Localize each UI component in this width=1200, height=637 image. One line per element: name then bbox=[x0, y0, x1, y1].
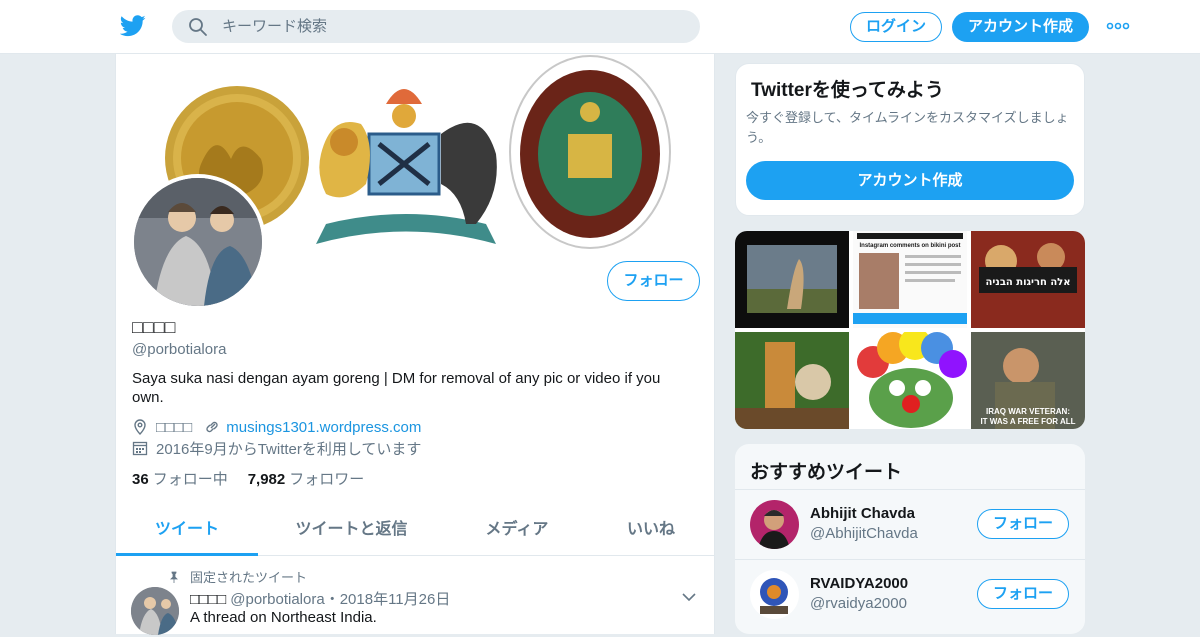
avatar-photo bbox=[750, 500, 799, 549]
following-stat[interactable]: 36 フォロー中 bbox=[132, 468, 228, 489]
login-button[interactable]: ログイン bbox=[850, 12, 942, 42]
following-count: 36 bbox=[132, 471, 149, 488]
profile-avatar[interactable] bbox=[130, 174, 266, 310]
pin-icon bbox=[170, 571, 178, 583]
recommended-user-handle: @AbhijitChavda bbox=[810, 525, 918, 542]
recommended-follow-button[interactable]: フォロー bbox=[977, 509, 1069, 539]
avatar-photo bbox=[750, 570, 799, 619]
calendar-icon bbox=[132, 441, 148, 456]
follow-button[interactable]: フォロー bbox=[607, 261, 700, 301]
signup-card-title: Twitterを使ってみよう bbox=[751, 80, 944, 101]
media-thumbnail: אלה חריגות הבניה bbox=[971, 231, 1085, 328]
link-icon bbox=[206, 421, 218, 433]
profile-bio: Saya suka nasi dengan ayam goreng | DM f… bbox=[132, 370, 661, 406]
profile-display-name: □□□□ bbox=[132, 317, 176, 337]
profile-tabs: ツイート ツイートと返信 メディア いいね bbox=[116, 506, 714, 556]
pinned-label: 固定されたツイート bbox=[190, 570, 308, 585]
recommended-user-name[interactable]: RVAIDYA2000 bbox=[810, 575, 908, 592]
profile-joined-date: 2016年9月からTwitterを利用しています bbox=[156, 440, 422, 458]
media-thumbnail: IRAQ WAR VETERAN: IT WAS A FREE FOR ALL bbox=[971, 332, 1085, 429]
signup-button[interactable]: アカウント作成 bbox=[952, 12, 1089, 42]
media-gallery: Instagram comments on bikini post אלה חר… bbox=[735, 231, 1085, 429]
profile-joined-row: 2016年9月からTwitterを利用しています bbox=[132, 438, 421, 458]
following-label: フォロー中 bbox=[152, 471, 228, 488]
profile-column: フォロー □□□□ @porbotialora Saya suka nasi d… bbox=[115, 54, 715, 637]
media-tile-2[interactable]: Instagram comments on bikini post bbox=[853, 231, 967, 328]
top-navigation-bar: ログイン アカウント作成 bbox=[0, 0, 1200, 54]
tweet-author-avatar[interactable] bbox=[131, 587, 179, 635]
media-thumbnail bbox=[735, 231, 849, 328]
recommended-user-avatar[interactable] bbox=[750, 500, 799, 549]
profile-handle[interactable]: @porbotialora bbox=[132, 341, 226, 358]
media-tile-2-caption: Instagram comments on bikini post bbox=[859, 243, 960, 249]
recommended-user-row[interactable]: Abhijit Chavda @AbhijitChavda フォロー bbox=[735, 489, 1085, 559]
recommended-title: おすすめツイート bbox=[750, 462, 903, 483]
recommended-tweets-card: おすすめツイート Abhijit Chavda @AbhijitChavda フ… bbox=[735, 444, 1085, 634]
search-bar[interactable] bbox=[172, 10, 700, 43]
recommended-user-avatar[interactable] bbox=[750, 570, 799, 619]
recommended-user-name[interactable]: Abhijit Chavda bbox=[810, 505, 915, 522]
media-tile-6-caption-2: IT WAS A FREE FOR ALL bbox=[980, 417, 1075, 426]
avatar-illustration bbox=[134, 178, 262, 306]
tweet-author-name[interactable]: □□□□ bbox=[190, 591, 226, 608]
media-tile-1[interactable] bbox=[735, 231, 849, 328]
tab-media[interactable]: メディア bbox=[471, 506, 563, 556]
tweet-header: □□□□ @porbotialora・2018年11月26日 bbox=[190, 588, 450, 609]
recommended-follow-button[interactable]: フォロー bbox=[977, 579, 1069, 609]
twitter-bird-icon[interactable] bbox=[120, 14, 146, 38]
recommended-user-handle: @rvaidya2000 bbox=[810, 595, 907, 612]
followers-label: フォロワー bbox=[289, 471, 365, 488]
media-tile-4[interactable] bbox=[735, 332, 849, 429]
media-tile-3-caption: אלה חריגות הבניה bbox=[985, 277, 1070, 288]
tweet-date[interactable]: ・2018年11月26日 bbox=[325, 591, 451, 608]
tab-tweets-and-replies[interactable]: ツイートと返信 bbox=[284, 506, 419, 556]
media-thumbnail bbox=[735, 332, 849, 429]
media-thumbnail bbox=[853, 332, 967, 429]
location-pin-icon bbox=[134, 419, 146, 435]
signup-card: Twitterを使ってみよう 今すぐ登録して、タイムラインをカスタマイズしましょ… bbox=[735, 63, 1085, 216]
search-icon bbox=[189, 18, 207, 36]
profile-url-link[interactable]: musings1301.wordpress.com bbox=[226, 419, 421, 436]
tab-tweets[interactable]: ツイート bbox=[116, 506, 258, 556]
pinned-indicator: 固定されたツイート bbox=[168, 567, 307, 586]
tweet-text: A thread on Northeast India. bbox=[190, 609, 377, 626]
media-thumbnail: Instagram comments on bikini post bbox=[853, 231, 967, 328]
media-tile-3[interactable]: אלה חריגות הבניה bbox=[971, 231, 1085, 328]
search-input[interactable] bbox=[222, 10, 682, 43]
tweet-author-handle[interactable]: @porbotialora bbox=[230, 591, 324, 608]
chevron-down-icon[interactable] bbox=[682, 592, 696, 602]
profile-stats: 36 フォロー中 7,982 フォロワー bbox=[132, 468, 384, 489]
pinned-tweet[interactable]: 固定されたツイート □□□□ @porbotialora・2018年11月26日 … bbox=[116, 557, 714, 637]
followers-stat[interactable]: 7,982 フォロワー bbox=[248, 468, 365, 489]
recommended-user-row[interactable]: RVAIDYA2000 @rvaidya2000 フォロー bbox=[735, 559, 1085, 629]
tweet-avatar-illustration bbox=[131, 587, 179, 635]
media-tile-6[interactable]: IRAQ WAR VETERAN: IT WAS A FREE FOR ALL bbox=[971, 332, 1085, 429]
followers-count: 7,982 bbox=[247, 471, 286, 488]
signup-card-button[interactable]: アカウント作成 bbox=[746, 161, 1074, 200]
tab-likes[interactable]: いいね bbox=[606, 506, 696, 556]
more-options-icon[interactable] bbox=[1106, 18, 1130, 34]
media-tile-5[interactable] bbox=[853, 332, 967, 429]
media-tile-6-caption: IRAQ WAR VETERAN: bbox=[986, 407, 1070, 416]
signup-card-description: 今すぐ登録して、タイムラインをカスタマイズしましょう。 bbox=[746, 110, 1069, 145]
profile-location-url-row: □□□□ musings1301.wordpress.com bbox=[132, 417, 421, 437]
profile-location: □□□□ bbox=[156, 418, 193, 436]
